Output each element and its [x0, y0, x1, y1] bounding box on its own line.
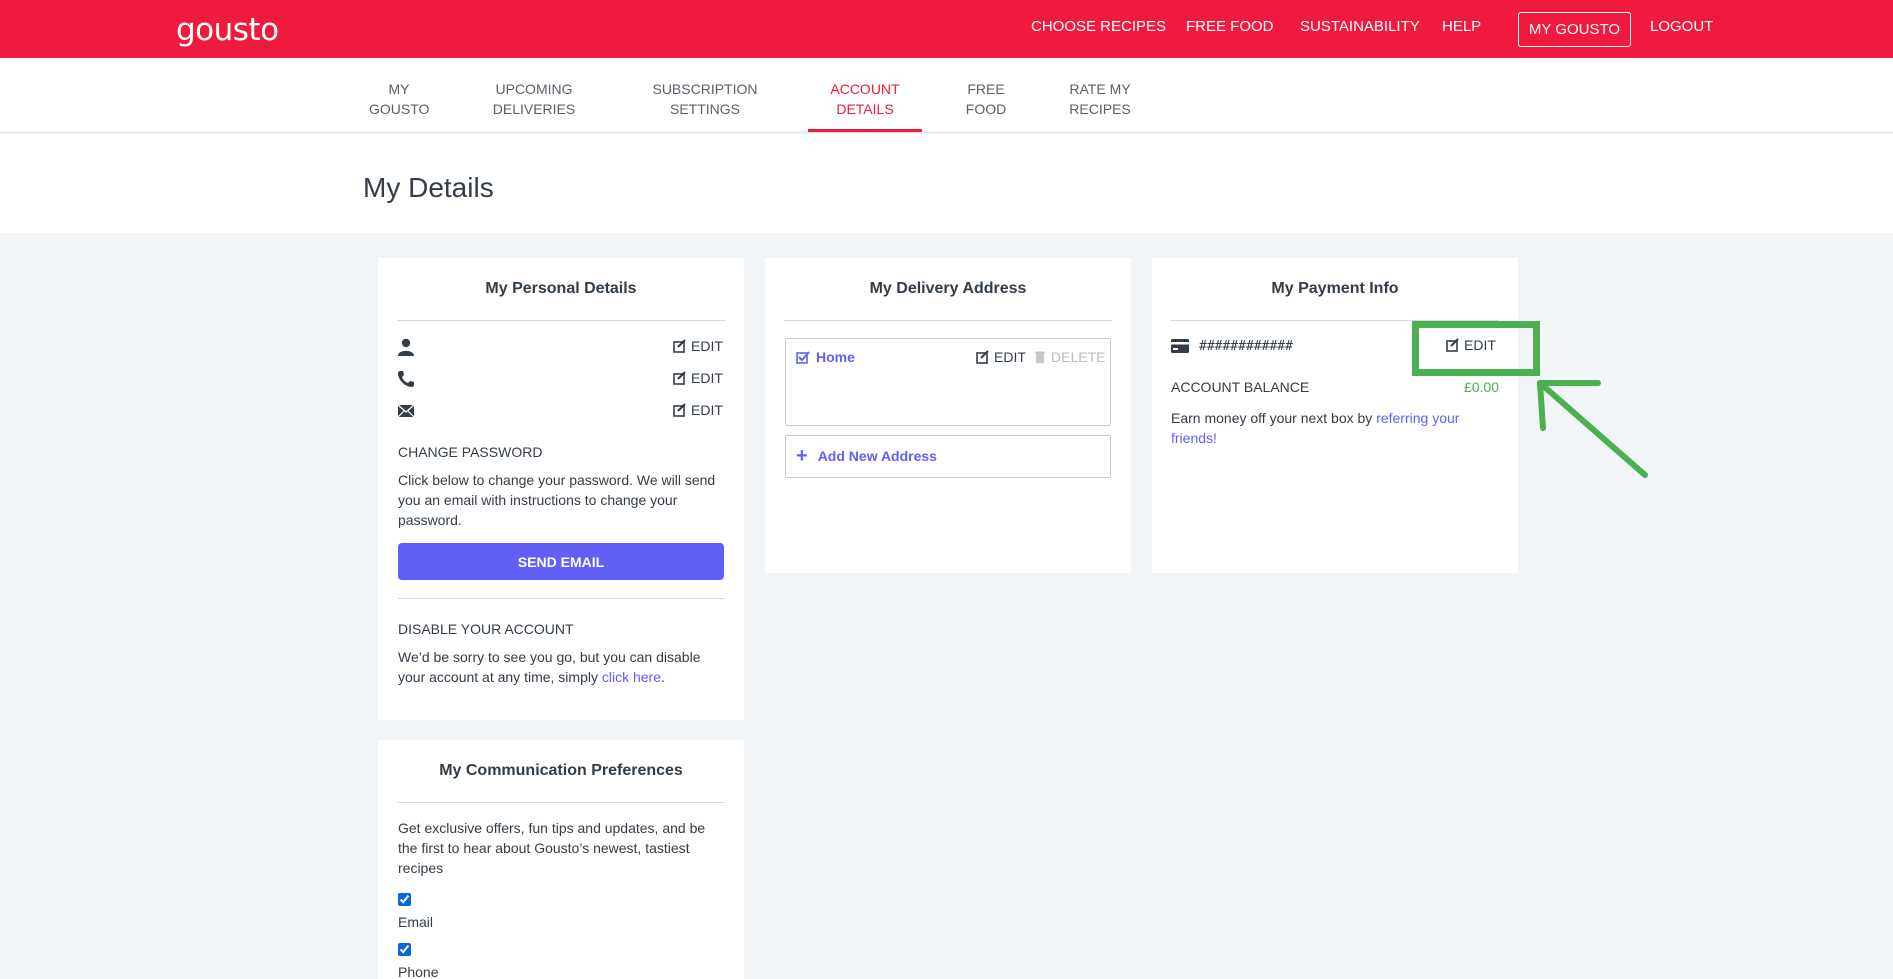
tab-account-details[interactable]: ACCOUNT DETAILS	[815, 79, 915, 119]
page-header: My Details	[0, 134, 1893, 233]
arrow-annotation-icon	[1537, 380, 1648, 478]
card-number-masked: ############	[1199, 339, 1293, 354]
tab-upcoming-deliveries[interactable]: UPCOMING DELIVERIES	[490, 79, 578, 119]
card-title: My Payment Info	[1271, 280, 1399, 297]
referral-text: Earn money off your next box by referrin…	[1171, 408, 1481, 448]
address-item: Home EDIT DELETE	[785, 338, 1111, 426]
tab-label-line1: RATE MY	[1069, 81, 1131, 97]
nav-help[interactable]: HELP	[1442, 18, 1481, 35]
edit-name-button[interactable]: EDIT	[673, 338, 723, 354]
address-name: Home	[816, 349, 855, 365]
delete-address-button[interactable]: DELETE	[1033, 349, 1105, 365]
divider	[397, 598, 725, 599]
referral-text-body: Earn money off your next box by	[1171, 410, 1377, 426]
tab-free-food[interactable]: FREE FOOD	[956, 79, 1016, 119]
edit-label: EDIT	[691, 370, 723, 386]
page-title: My Details	[363, 172, 494, 203]
phone-icon	[398, 371, 414, 387]
divider	[784, 320, 1112, 321]
highlight-box	[1412, 321, 1540, 376]
tab-label-line1: ACCOUNT	[830, 81, 900, 97]
phone-option-label: Phone	[398, 964, 439, 979]
card-title: My Communication Preferences	[439, 762, 683, 779]
card-title: My Personal Details	[485, 280, 637, 297]
address-name-row[interactable]: Home	[796, 349, 855, 365]
credit-card-icon	[1171, 339, 1189, 353]
email-option-label: Email	[398, 914, 434, 930]
tab-label-line2: RECIPES	[1069, 101, 1131, 117]
add-new-address-label: Add New Address	[817, 448, 937, 464]
account-balance-value: £0.00	[1463, 379, 1499, 395]
edit-icon	[673, 339, 686, 353]
nav-sustainability[interactable]: SUSTAINABILITY	[1300, 18, 1420, 35]
nav-my-gousto-button[interactable]: MY GOUSTO	[1518, 12, 1631, 47]
edit-phone-button[interactable]: EDIT	[673, 370, 723, 386]
account-subnav: MY GOUSTO UPCOMING DELIVERIES SUBSCRIPTI…	[0, 58, 1893, 133]
tab-label-line1: UPCOMING	[495, 81, 573, 97]
divider	[397, 320, 725, 321]
edit-address-button[interactable]: EDIT	[976, 349, 1026, 365]
tab-subscription-settings[interactable]: SUBSCRIPTION SETTINGS	[651, 79, 759, 119]
edit-email-button[interactable]: EDIT	[673, 402, 723, 418]
tab-label-line2: DELIVERIES	[492, 101, 576, 117]
add-new-address-row: + Add New Address	[796, 445, 937, 467]
tab-label-line2: FOOD	[965, 101, 1007, 117]
edit-icon	[976, 350, 989, 364]
account-balance-label: ACCOUNT BALANCE	[1171, 379, 1310, 395]
change-password-text: Click below to change your password. We …	[398, 472, 716, 528]
edit-label: EDIT	[691, 402, 723, 418]
tab-label-line1: FREE	[967, 81, 1005, 97]
disable-account-text-end: .	[661, 669, 665, 685]
tab-label-line1: MY	[388, 81, 410, 97]
envelope-icon	[397, 404, 415, 418]
edit-label: EDIT	[994, 349, 1026, 365]
divider	[397, 802, 725, 803]
nav-logout[interactable]: LOGOUT	[1650, 18, 1713, 35]
communication-intro: Get exclusive offers, fun tips and updat…	[398, 820, 706, 876]
referral-text-end: !	[1213, 430, 1217, 446]
delete-label: DELETE	[1051, 349, 1106, 365]
phone-checkbox[interactable]	[398, 943, 411, 956]
user-icon	[398, 338, 414, 356]
payment-info-card: My Payment Info ############ EDIT ACCOUN…	[1152, 258, 1518, 573]
delivery-address-card: My Delivery Address Home EDIT DELETE + A…	[765, 258, 1131, 573]
send-email-button[interactable]: SEND EMAIL	[398, 543, 724, 580]
trash-icon	[1035, 351, 1045, 363]
change-password-label: CHANGE PASSWORD	[398, 444, 543, 460]
tab-label-line2: DETAILS	[836, 101, 894, 117]
tab-rate-my-recipes[interactable]: RATE MY RECIPES	[1064, 79, 1136, 119]
personal-details-card: My Personal Details EDIT EDIT EDIT CHANG…	[378, 258, 744, 720]
disable-account-text: We’d be sorry to see you go, but you can…	[398, 647, 728, 687]
email-checkbox[interactable]	[398, 893, 411, 906]
tab-my-gousto[interactable]: MY GOUSTO	[369, 79, 429, 119]
gousto-logo[interactable]: gousto	[176, 12, 279, 48]
communication-preferences-card: My Communication Preferences Get exclusi…	[378, 740, 744, 979]
disable-account-label: DISABLE YOUR ACCOUNT	[398, 621, 574, 637]
nav-choose-recipes[interactable]: CHOOSE RECIPES	[1031, 18, 1166, 35]
tab-label-line1: SUBSCRIPTION	[652, 81, 758, 97]
card-title: My Delivery Address	[869, 280, 1027, 297]
nav-free-food[interactable]: FREE FOOD	[1186, 18, 1274, 35]
tab-label-line2: GOUSTO	[369, 101, 430, 117]
top-header: gousto CHOOSE RECIPES FREE FOOD SUSTAINA…	[0, 0, 1893, 58]
tab-label-line2: SETTINGS	[669, 101, 740, 117]
add-new-address-button[interactable]: + Add New Address	[785, 435, 1111, 478]
plus-icon: +	[796, 445, 808, 467]
active-tab-indicator	[808, 129, 922, 132]
edit-icon	[673, 371, 686, 385]
edit-icon	[673, 403, 686, 417]
edit-label: EDIT	[691, 338, 723, 354]
disable-account-link[interactable]: click here	[602, 669, 661, 685]
checkbox-edit-icon	[796, 351, 810, 364]
